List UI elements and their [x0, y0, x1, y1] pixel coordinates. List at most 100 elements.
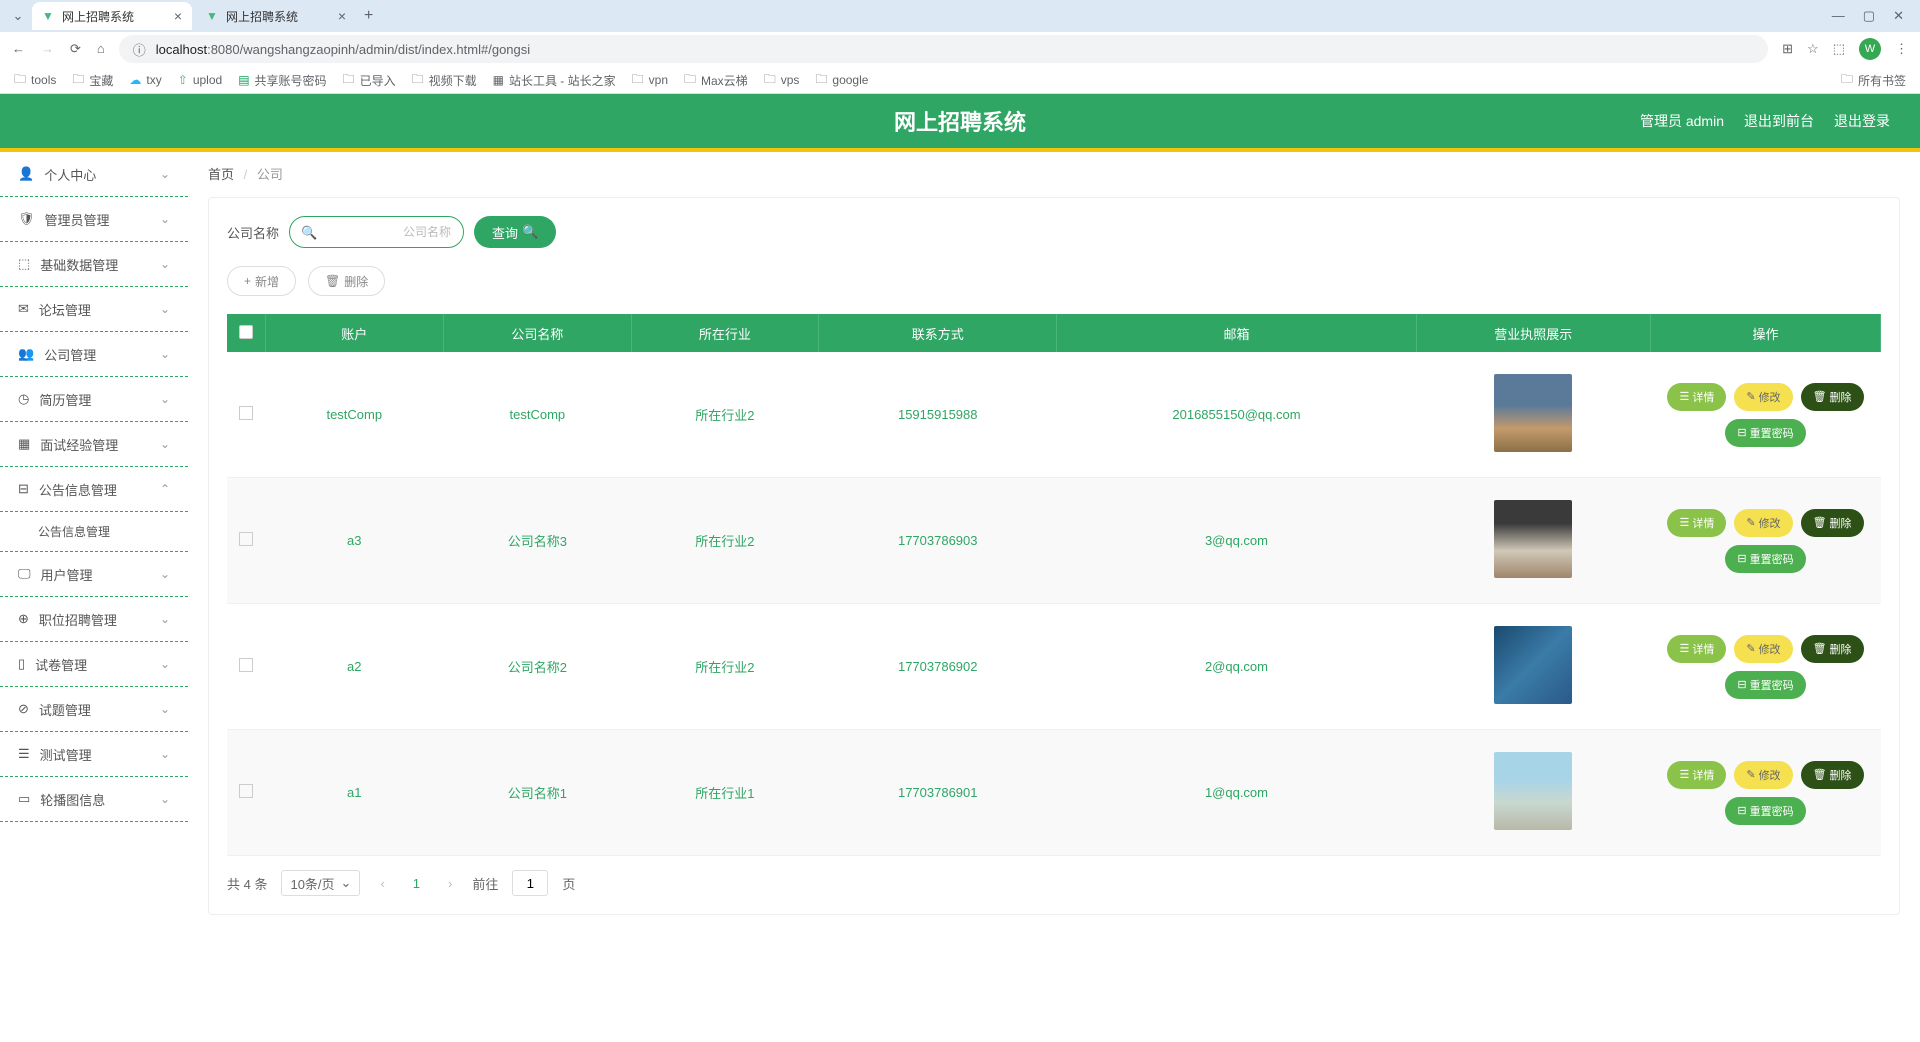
detail-button[interactable]: ☰详情	[1667, 761, 1726, 789]
install-icon[interactable]: ⊞	[1782, 41, 1793, 57]
sidebar-item-notice[interactable]: ⊟公告信息管理⌃	[0, 467, 188, 512]
all-bookmarks[interactable]: 🗀所有书签	[1841, 70, 1906, 91]
folder-icon: 🗀	[815, 70, 827, 91]
goto-front-link[interactable]: 退出到前台	[1744, 111, 1814, 131]
license-image[interactable]	[1494, 500, 1572, 578]
license-image[interactable]	[1494, 752, 1572, 830]
page-size-select[interactable]: 10条/页⌄	[281, 870, 360, 896]
sidebar-item-basedata[interactable]: ⬚基础数据管理⌄	[0, 242, 188, 287]
breadcrumb: 首页 / 公司	[208, 164, 1900, 183]
bookmark-folder[interactable]: 🗀视频下载	[412, 70, 477, 91]
sidebar-item-admin[interactable]: 🛡管理员管理⌄	[0, 197, 188, 242]
delete-row-button[interactable]: 🗑删除	[1801, 383, 1864, 411]
folder-icon: 🗀	[72, 70, 84, 91]
sidebar-item-company[interactable]: 👥公司管理⌄	[0, 332, 188, 377]
bookmark-folder[interactable]: 🗀已导入	[343, 70, 396, 91]
detail-button[interactable]: ☰详情	[1667, 635, 1726, 663]
license-image[interactable]	[1494, 374, 1572, 452]
table-row: a3 公司名称3 所在行业2 17703786903 3@qq.com ☰详情 …	[227, 478, 1881, 604]
edit-button[interactable]: ✎修改	[1734, 635, 1792, 663]
chevron-up-icon: ⌃	[160, 482, 170, 496]
prev-page[interactable]: ‹	[374, 876, 390, 891]
page-number[interactable]: 1	[405, 876, 428, 891]
admin-label[interactable]: 管理员 admin	[1640, 111, 1724, 131]
menu-icon[interactable]: ⋮	[1895, 41, 1908, 57]
license-image[interactable]	[1494, 626, 1572, 704]
cell-account: a3	[265, 478, 444, 604]
sidebar-subitem-notice[interactable]: 公告信息管理	[0, 512, 188, 552]
reload-icon[interactable]: ⟳	[70, 41, 81, 57]
detail-button[interactable]: ☰详情	[1667, 383, 1726, 411]
sidebar-item-job[interactable]: ⊕职位招聘管理⌄	[0, 597, 188, 642]
bookmark-folder[interactable]: 🗀tools	[14, 70, 56, 91]
sidebar-item-forum[interactable]: ✉论坛管理⌄	[0, 287, 188, 332]
row-checkbox[interactable]	[239, 406, 253, 420]
select-all-checkbox[interactable]	[239, 325, 253, 339]
col-account: 账户	[265, 314, 444, 352]
browser-tab[interactable]: ▼ 网上招聘系统 ×	[196, 2, 356, 30]
sidebar-item-user[interactable]: 🖵用户管理⌄	[0, 552, 188, 597]
add-button[interactable]: +新增	[227, 266, 296, 296]
upload-icon: ⇧	[178, 73, 188, 87]
bookmark-folder[interactable]: 🗀vpn	[632, 70, 668, 91]
row-checkbox[interactable]	[239, 658, 253, 672]
logout-link[interactable]: 退出登录	[1834, 111, 1890, 131]
close-icon[interactable]: ×	[174, 8, 182, 24]
minimize-icon[interactable]: —	[1832, 8, 1845, 24]
bookmark-item[interactable]: ⇧uplod	[178, 73, 222, 87]
col-email: 邮箱	[1057, 314, 1416, 352]
sidebar-item-resume[interactable]: ◷简历管理⌄	[0, 377, 188, 422]
extensions-icon[interactable]: ⬚	[1833, 41, 1845, 57]
delete-row-button[interactable]: 🗑删除	[1801, 509, 1864, 537]
search-button[interactable]: 查询🔍	[474, 216, 556, 248]
goto-page-input[interactable]	[512, 870, 548, 896]
sidebar-item-question[interactable]: ⊘试题管理⌄	[0, 687, 188, 732]
bookmark-item[interactable]: ☁txy	[129, 73, 161, 87]
reset-password-button[interactable]: ⊟重置密码	[1725, 671, 1805, 699]
bookmark-folder[interactable]: 🗀google	[815, 70, 868, 91]
detail-button[interactable]: ☰详情	[1667, 509, 1726, 537]
site-info-icon[interactable]: ⓘ	[133, 40, 146, 59]
breadcrumb-home[interactable]: 首页	[208, 167, 234, 182]
bookmark-item[interactable]: ▤共享账号密码	[238, 72, 326, 89]
home-icon[interactable]: ⌂	[97, 41, 105, 57]
next-page[interactable]: ›	[442, 876, 458, 891]
sidebar-item-exam[interactable]: ▯试卷管理⌄	[0, 642, 188, 687]
url-input[interactable]: ⓘ localhost:8080/wangshangzaopinh/admin/…	[119, 35, 1768, 63]
browser-tab-active[interactable]: ▼ 网上招聘系统 ×	[32, 2, 192, 30]
reset-password-button[interactable]: ⊟重置密码	[1725, 545, 1805, 573]
delete-button[interactable]: 🗑删除	[308, 266, 385, 296]
edit-button[interactable]: ✎修改	[1734, 761, 1792, 789]
close-window-icon[interactable]: ✕	[1893, 8, 1904, 24]
maximize-icon[interactable]: ▢	[1863, 8, 1875, 24]
close-icon[interactable]: ×	[338, 8, 346, 24]
reset-password-button[interactable]: ⊟重置密码	[1725, 797, 1805, 825]
reset-password-button[interactable]: ⊟重置密码	[1725, 419, 1805, 447]
bookmark-folder[interactable]: 🗀vps	[764, 70, 800, 91]
browser-chrome: ⌄ ▼ 网上招聘系统 × ▼ 网上招聘系统 × + — ▢ ✕ ← → ⟳ ⌂ …	[0, 0, 1920, 94]
bookmark-item[interactable]: ▦站长工具 - 站长之家	[493, 72, 616, 89]
col-ops: 操作	[1651, 314, 1881, 352]
delete-row-button[interactable]: 🗑删除	[1801, 635, 1864, 663]
row-checkbox[interactable]	[239, 532, 253, 546]
bookmark-folder[interactable]: 🗀Max云梯	[684, 70, 748, 91]
new-tab-button[interactable]: +	[364, 7, 373, 25]
delete-row-button[interactable]: 🗑删除	[1801, 761, 1864, 789]
tab-list-dropdown[interactable]: ⌄	[8, 6, 28, 26]
row-checkbox[interactable]	[239, 784, 253, 798]
bookmark-folder[interactable]: 🗀宝藏	[72, 70, 113, 91]
sidebar-item-test[interactable]: ☰测试管理⌄	[0, 732, 188, 777]
profile-avatar[interactable]: W	[1859, 38, 1881, 60]
table-row: a1 公司名称1 所在行业1 17703786901 1@qq.com ☰详情 …	[227, 730, 1881, 856]
chevron-down-icon: ⌄	[160, 437, 170, 451]
company-name-input[interactable]	[289, 216, 464, 248]
edit-button[interactable]: ✎修改	[1734, 383, 1792, 411]
back-icon[interactable]: ←	[12, 41, 25, 57]
bookmark-star-icon[interactable]: ☆	[1807, 41, 1819, 57]
edit-button[interactable]: ✎修改	[1734, 509, 1792, 537]
cell-email: 2016855150@qq.com	[1057, 352, 1416, 478]
sidebar-item-interview[interactable]: ▦面试经验管理⌄	[0, 422, 188, 467]
sidebar-item-banner[interactable]: ▭轮播图信息⌄	[0, 777, 188, 822]
sidebar-item-personal[interactable]: 👤个人中心⌄	[0, 152, 188, 197]
forward-icon[interactable]: →	[41, 41, 54, 57]
